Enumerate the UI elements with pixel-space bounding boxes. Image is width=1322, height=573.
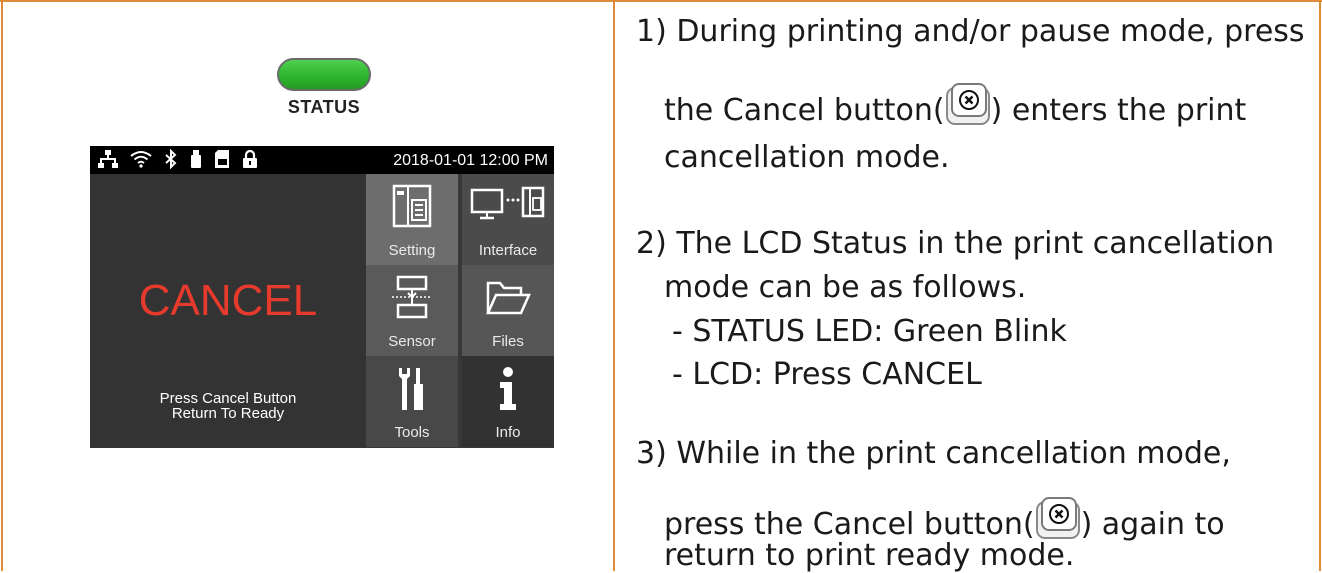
sd-card-icon [214,149,230,169]
lcd-screen: 2018-01-01 12:00 PM CANCEL Press Cancel … [90,146,554,448]
status-led [277,58,371,91]
menu-label-interface: Interface [478,242,538,259]
step1-line3: cancellation mode. [664,140,950,175]
folder-icon [462,275,554,317]
cancel-status-text: CANCEL [138,276,318,325]
tools-icon [366,366,458,412]
table-border-middle [613,0,615,571]
step1-line2: the Cancel button( ) enters the print [664,82,1246,134]
menu-label-tools: Tools [394,424,430,441]
status-led-label: STATUS [287,97,361,117]
menu-tile-tools[interactable]: Tools [366,356,458,447]
lcd-message-area: CANCEL Press Cancel Button Return To Rea… [90,174,366,448]
interface-icon [462,184,554,224]
menu-tile-sensor[interactable]: Sensor [366,265,458,356]
menu-tile-info[interactable]: Info [462,356,554,447]
menu-tile-files[interactable]: Files [462,265,554,356]
step3-line1: 3) While in the print cancellation mode, [636,436,1231,471]
menu-tile-interface[interactable]: Interface [462,174,554,265]
menu-label-sensor: Sensor [388,333,436,350]
menu-tile-setting[interactable]: Setting [366,174,458,265]
step3-line2-start: press the Cancel button( [664,507,1035,542]
step2-bullet2: - LCD: Press CANCEL [672,357,982,392]
sensor-icon [366,275,458,321]
lcd-message-line-1: Press Cancel Button [159,390,297,407]
status-icons [98,149,258,169]
table-border-right [1319,0,1321,571]
menu-label-setting: Setting [388,242,436,259]
step1-line2-end: ) enters the print [990,93,1247,128]
lcd-datetime: 2018-01-01 12:00 PM [393,152,548,169]
table-border-left [1,0,3,571]
step3-line2-end: ) again to [1080,507,1225,542]
lcd-message-line-2: Return To Ready [171,405,285,422]
step2-bullet1: - STATUS LED: Green Blink [672,314,1067,349]
lcd-instruction-message: Press Cancel Button Return To Ready [90,391,366,421]
step1-line2-start: the Cancel button( [664,93,945,128]
info-icon [462,366,554,412]
network-icon [98,149,118,169]
usb-icon [190,149,202,169]
menu-label-files: Files [492,333,524,350]
step2-line1: 2) The LCD Status in the print cancellat… [636,226,1275,261]
step2-line2: mode can be as follows. [664,270,1027,305]
cancel-button-icon [945,82,991,134]
table-border-top [0,0,1322,2]
setting-icon [366,184,458,228]
bluetooth-icon [164,149,178,169]
wifi-icon [130,149,152,169]
lock-icon [242,149,258,169]
lcd-status-bar: 2018-01-01 12:00 PM [90,146,554,174]
menu-label-info: Info [495,424,521,441]
step3-line3: return to print ready mode. [664,538,1075,573]
step1-line1: 1) During printing and/or pause mode, pr… [636,14,1305,49]
